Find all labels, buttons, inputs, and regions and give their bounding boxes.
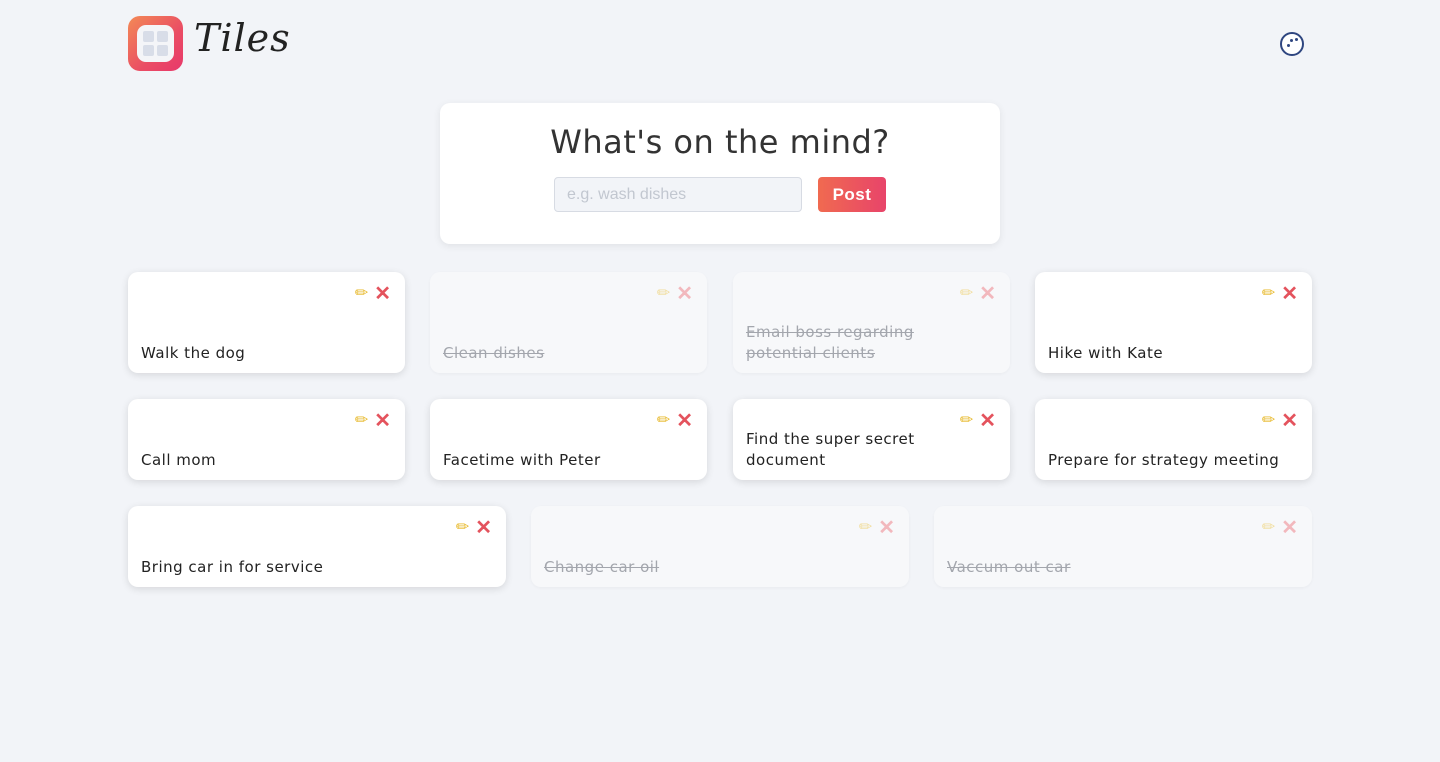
tile-label: Email boss regarding potential clients <box>746 323 914 362</box>
pencil-icon[interactable]: ✏ <box>456 518 469 538</box>
tile-label: Change car oil <box>544 558 660 576</box>
tile[interactable]: ✏ ✕ Walk the dog <box>128 272 405 373</box>
close-icon[interactable]: ✕ <box>676 411 693 431</box>
close-icon[interactable]: ✕ <box>878 518 895 538</box>
tile[interactable]: ✏ ✕ Change car oil <box>531 506 909 587</box>
close-icon[interactable]: ✕ <box>979 411 996 431</box>
close-icon[interactable]: ✕ <box>1281 284 1298 304</box>
tile[interactable]: ✏ ✕ Prepare for strategy meeting <box>1035 399 1312 480</box>
tile[interactable]: ✏ ✕ Call mom <box>128 399 405 480</box>
pencil-icon[interactable]: ✏ <box>960 284 973 304</box>
pencil-icon[interactable]: ✏ <box>859 518 872 538</box>
grid-icon <box>137 25 174 62</box>
close-icon[interactable]: ✕ <box>475 518 492 538</box>
composer-heading: What's on the mind? <box>550 123 890 161</box>
tile[interactable]: ✏ ✕ Bring car in for service <box>128 506 506 587</box>
pencil-icon[interactable]: ✏ <box>1262 518 1275 538</box>
tile[interactable]: ✏ ✕ Hike with Kate <box>1035 272 1312 373</box>
tile-label: Vaccum out car <box>947 558 1071 576</box>
close-icon[interactable]: ✕ <box>676 284 693 304</box>
app-title: Tiles <box>194 16 291 60</box>
tile-label: Facetime with Peter <box>443 451 601 469</box>
tile[interactable]: ✏ ✕ Facetime with Peter <box>430 399 707 480</box>
task-input[interactable] <box>554 177 802 212</box>
tile-label: Walk the dog <box>141 344 246 362</box>
tile-label: Prepare for strategy meeting <box>1048 451 1280 469</box>
pencil-icon[interactable]: ✏ <box>1262 284 1275 304</box>
pencil-icon[interactable]: ✏ <box>960 411 973 431</box>
close-icon[interactable]: ✕ <box>1281 518 1298 538</box>
tile[interactable]: ✏ ✕ Clean dishes <box>430 272 707 373</box>
tile[interactable]: ✏ ✕ Vaccum out car <box>934 506 1312 587</box>
tile-label: Hike with Kate <box>1048 344 1164 362</box>
close-icon[interactable]: ✕ <box>1281 411 1298 431</box>
pencil-icon[interactable]: ✏ <box>355 411 368 431</box>
app-header: Tiles <box>128 16 1304 72</box>
tile-label: Call mom <box>141 451 217 469</box>
tile[interactable]: ✏ ✕ Find the super secret document <box>733 399 1010 480</box>
tile-label: Bring car in for service <box>141 558 324 576</box>
tile-label: Clean dishes <box>443 344 545 362</box>
tile-label: Find the super secret document <box>746 430 915 469</box>
pencil-icon[interactable]: ✏ <box>657 411 670 431</box>
composer-card: What's on the mind? Post <box>440 103 1000 244</box>
tile[interactable]: ✏ ✕ Email boss regarding potential client… <box>733 272 1010 373</box>
pencil-icon[interactable]: ✏ <box>1262 411 1275 431</box>
close-icon[interactable]: ✕ <box>374 411 391 431</box>
post-button[interactable]: Post <box>818 177 886 212</box>
close-icon[interactable]: ✕ <box>374 284 391 304</box>
close-icon[interactable]: ✕ <box>979 284 996 304</box>
pencil-icon[interactable]: ✏ <box>657 284 670 304</box>
pencil-icon[interactable]: ✏ <box>355 284 368 304</box>
app-logo-icon[interactable] <box>128 16 183 71</box>
theme-toggle-icon[interactable] <box>1280 32 1304 56</box>
